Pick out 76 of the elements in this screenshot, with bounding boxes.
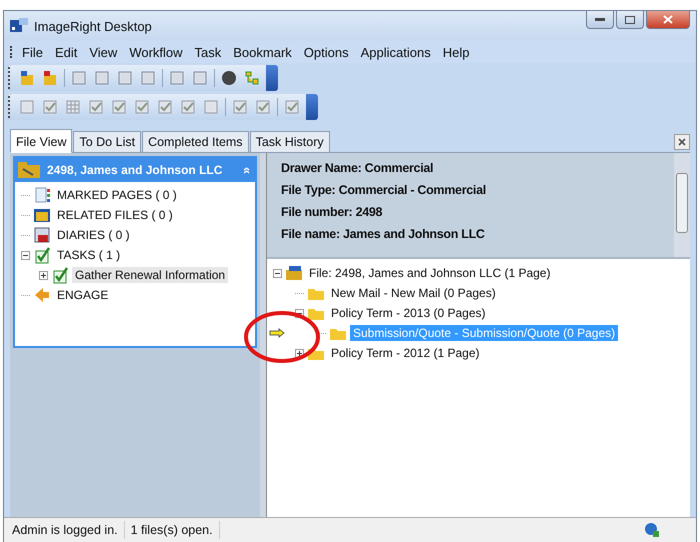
- maximize-icon: [625, 16, 635, 24]
- checkmark-icon[interactable]: [156, 98, 174, 116]
- page-icon[interactable]: [202, 98, 220, 116]
- tab[interactable]: File View: [10, 129, 72, 153]
- grid-icon[interactable]: [64, 98, 82, 116]
- file-info-line: File name: James and Johnson LLC: [281, 227, 486, 243]
- minimize-icon: [595, 18, 605, 22]
- toolbar-overflow-button[interactable]: [306, 94, 318, 120]
- menu-item[interactable]: Bookmark: [227, 42, 298, 62]
- page-icon: [33, 186, 51, 204]
- checkmark-icon[interactable]: [283, 98, 301, 116]
- folder-icon: [33, 206, 51, 224]
- close-panel-button[interactable]: [674, 134, 690, 150]
- maximize-button[interactable]: [616, 11, 644, 29]
- file-info-line: File number: 2498: [281, 205, 384, 221]
- toolbar-overflow-button[interactable]: [266, 65, 278, 91]
- tree-item[interactable]: Policy Term - 2013 (0 Pages): [328, 305, 489, 321]
- page-icon[interactable]: [191, 69, 209, 87]
- tab[interactable]: To Do List: [73, 131, 142, 152]
- checkmark-icon[interactable]: [133, 98, 151, 116]
- menu-item[interactable]: Edit: [48, 42, 84, 62]
- tree-item[interactable]: New Mail - New Mail (0 Pages): [328, 285, 499, 301]
- app-logo-icon: [10, 18, 28, 34]
- expand-toggle[interactable]: [21, 250, 30, 260]
- tree-item[interactable]: Gather Renewal Information: [72, 267, 228, 283]
- expand-toggle[interactable]: [295, 348, 304, 358]
- tree-icon[interactable]: [243, 69, 261, 87]
- menu-item[interactable]: File: [16, 42, 49, 62]
- folder-icon[interactable]: [18, 69, 36, 87]
- page-icon[interactable]: [139, 69, 157, 87]
- checkmark-icon[interactable]: [110, 98, 128, 116]
- close-button[interactable]: [646, 11, 690, 29]
- tree-item[interactable]: MARKED PAGES ( 0 ): [54, 187, 180, 203]
- tree-item[interactable]: Policy Term - 2012 (1 Page): [328, 345, 483, 361]
- minimize-button[interactable]: [586, 11, 614, 29]
- page-icon[interactable]: [116, 69, 134, 87]
- checkmark-icon[interactable]: [231, 98, 249, 116]
- arrow-icon: [33, 286, 51, 304]
- tree-item[interactable]: ENGAGE: [54, 287, 112, 303]
- close-icon: [678, 138, 686, 146]
- status-text: 1 files(s) open.: [128, 521, 220, 539]
- checkmark-icon[interactable]: [254, 98, 272, 116]
- close-icon: [663, 15, 673, 24]
- calendar-icon: [33, 226, 51, 244]
- page-icon[interactable]: [18, 98, 36, 116]
- disc-icon[interactable]: [220, 69, 238, 87]
- menu-item[interactable]: View: [83, 42, 124, 62]
- checkmark-icon[interactable]: [41, 98, 59, 116]
- checkmark-icon[interactable]: [87, 98, 105, 116]
- file-title: 2498, James and Johnson LLC: [47, 163, 222, 177]
- menu-item[interactable]: Workflow: [123, 42, 189, 62]
- tab[interactable]: Task History: [250, 131, 330, 152]
- globe-icon: [644, 522, 660, 538]
- tree-item[interactable]: File: 2498, James and Johnson LLC (1 Page): [306, 265, 554, 281]
- checkmark-icon: [33, 246, 51, 264]
- status-text: Admin is logged in.: [10, 521, 125, 539]
- menu-item[interactable]: Applications: [354, 42, 437, 62]
- tree-item[interactable]: DIARIES ( 0 ): [54, 227, 133, 243]
- cabinet-icon: [17, 161, 41, 179]
- scrollbar[interactable]: [674, 153, 690, 257]
- folder-icon[interactable]: [41, 69, 59, 87]
- tab[interactable]: Completed Items: [142, 131, 249, 152]
- checkmark-icon: [51, 266, 69, 284]
- file-info-line: File Type: Commercial - Commercial: [281, 183, 487, 199]
- menu-item[interactable]: Task: [188, 42, 228, 62]
- expand-toggle[interactable]: [39, 270, 48, 280]
- tree-item[interactable]: TASKS ( 1 ): [54, 247, 124, 263]
- checkmark-icon[interactable]: [179, 98, 197, 116]
- page-icon[interactable]: [168, 69, 186, 87]
- menu-item[interactable]: Options: [298, 42, 355, 62]
- menu-item[interactable]: Help: [436, 42, 476, 62]
- file-info-line: Drawer Name: Commercial: [281, 161, 434, 177]
- tree-item[interactable]: RELATED FILES ( 0 ): [54, 207, 176, 223]
- cabinet-icon: [285, 265, 303, 281]
- expand-toggle[interactable]: [273, 268, 282, 278]
- window-title: ImageRight Desktop: [34, 18, 152, 34]
